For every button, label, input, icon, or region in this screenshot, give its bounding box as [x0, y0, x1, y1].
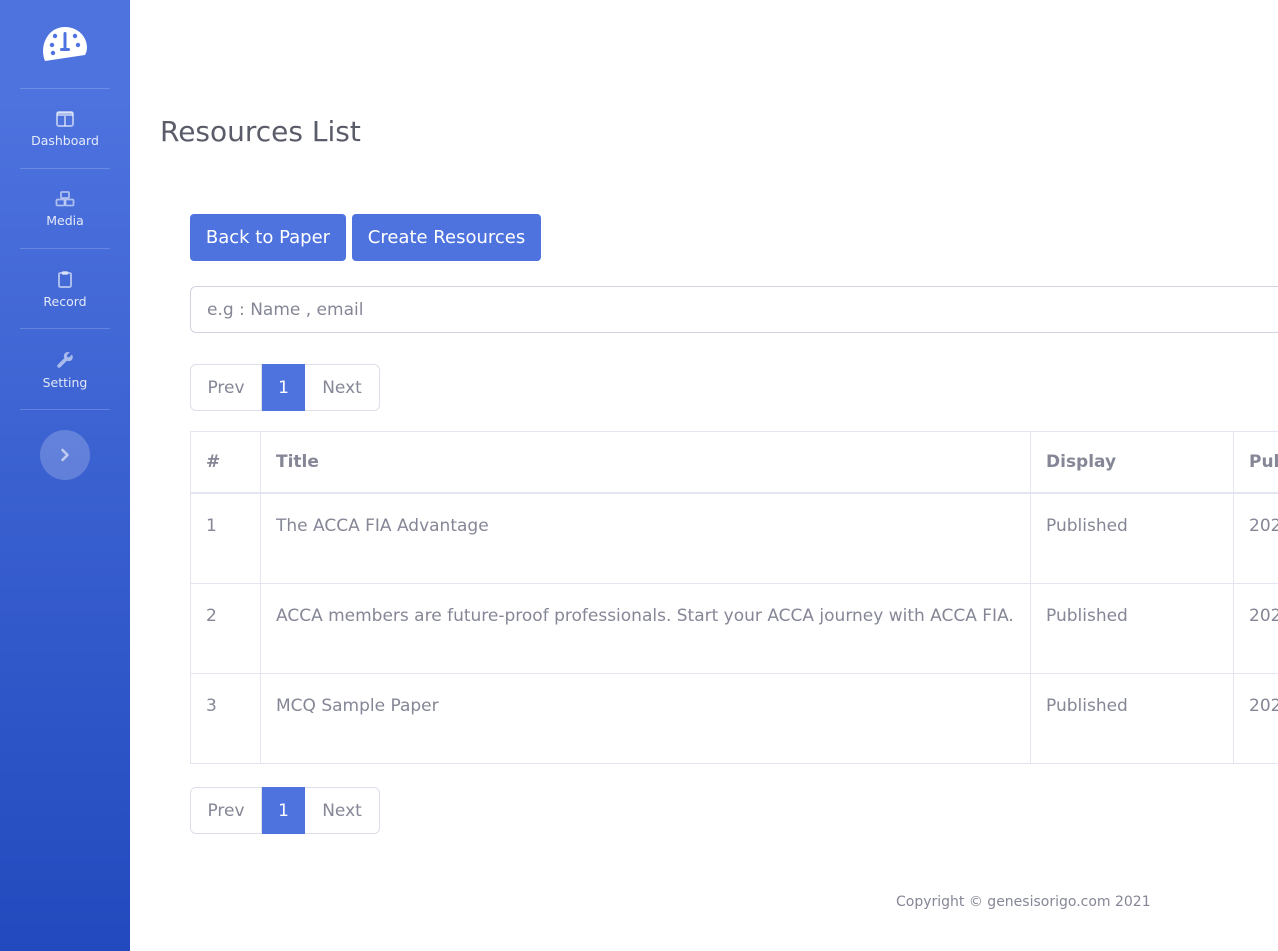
speedometer-icon — [43, 27, 87, 61]
row-title: MCQ Sample Paper — [260, 672, 1031, 764]
sidebar-item-label: Media — [46, 212, 84, 228]
column-header-title[interactable]: Title — [260, 431, 1031, 494]
sidebar-divider — [20, 168, 110, 169]
column-header-display[interactable]: Display — [1030, 431, 1234, 494]
sidebar-divider — [20, 88, 110, 89]
row-title: ACCA members are future-proof profession… — [260, 582, 1031, 674]
prev-page-button[interactable]: Prev — [190, 364, 262, 411]
sidebar-item-label: Setting — [42, 374, 88, 390]
clipboard-icon — [58, 270, 72, 288]
table-row[interactable]: 3 MCQ Sample Paper Published 202 — [190, 672, 1278, 764]
column-header-published[interactable]: Pub — [1233, 431, 1278, 494]
next-page-button[interactable]: Next — [305, 364, 380, 411]
chevron-right-icon — [61, 448, 69, 462]
sidebar-item-setting[interactable]: Setting — [0, 331, 130, 409]
row-number: 3 — [190, 672, 261, 764]
column-header-number[interactable]: # — [190, 431, 261, 494]
row-display-status: Published — [1030, 492, 1234, 584]
create-resources-button[interactable]: Create Resources — [352, 214, 541, 261]
sidebar-item-record[interactable]: Record — [0, 250, 130, 328]
table-header-row: # Title Display Pub — [190, 431, 1278, 494]
back-to-paper-button[interactable]: Back to Paper — [190, 214, 346, 261]
pagination-bottom: Prev 1 Next — [190, 787, 380, 834]
sidebar-toggle-button[interactable] — [40, 430, 90, 480]
sidebar-divider — [20, 328, 110, 329]
table-row[interactable]: 2 ACCA members are future-proof professi… — [190, 582, 1278, 674]
sidebar-divider — [20, 248, 110, 249]
sidebar-item-label: Dashboard — [31, 132, 99, 148]
sidebar-item-dashboard[interactable]: Dashboard — [0, 90, 130, 168]
current-page-button[interactable]: 1 — [262, 787, 305, 834]
table-row[interactable]: 1 The ACCA FIA Advantage Published 202 — [190, 492, 1278, 584]
next-page-button[interactable]: Next — [305, 787, 380, 834]
row-published: 202 — [1233, 672, 1278, 764]
sidebar: Dashboard Media Record Setting — [0, 0, 130, 951]
row-published: 202 — [1233, 492, 1278, 584]
row-display-status: Published — [1030, 582, 1234, 674]
resources-table: # Title Display Pub 1 The ACCA FIA Advan… — [190, 431, 1278, 767]
boxes-icon — [55, 190, 75, 206]
copyright-text: Copyright © genesisorigo.com 2021 — [896, 894, 1151, 910]
sidebar-item-label: Record — [43, 293, 87, 309]
wrench-icon — [57, 351, 73, 368]
row-published: 202 — [1233, 582, 1278, 674]
brand-logo[interactable] — [0, 0, 130, 88]
sidebar-divider — [20, 409, 110, 410]
pagination-top: Prev 1 Next — [190, 364, 380, 411]
row-number: 2 — [190, 582, 261, 674]
row-display-status: Published — [1030, 672, 1234, 764]
page-title: Resources List — [160, 115, 361, 148]
search-input[interactable] — [190, 286, 1278, 333]
table-icon — [56, 110, 74, 127]
current-page-button[interactable]: 1 — [262, 364, 305, 411]
prev-page-button[interactable]: Prev — [190, 787, 262, 834]
row-number: 1 — [190, 492, 261, 584]
sidebar-item-media[interactable]: Media — [0, 170, 130, 248]
row-title: The ACCA FIA Advantage — [260, 492, 1031, 584]
